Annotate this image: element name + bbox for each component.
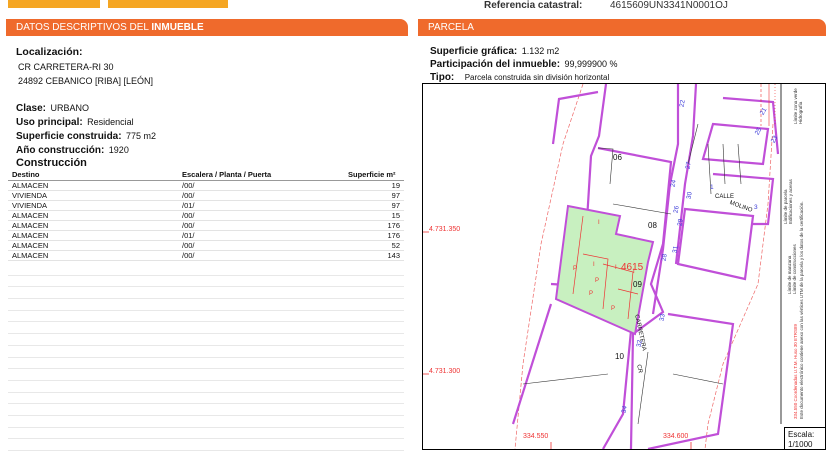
parcel-number: 09 <box>633 280 642 289</box>
table-row: ALMACEN/01/176 <box>8 230 404 241</box>
col-escalera: Escalera / Planta / Puerta <box>178 169 344 181</box>
parcela-header: PARCELA <box>418 19 826 36</box>
datos-header-strong: INMUEBLE <box>151 22 204 33</box>
anio-label: Año construcción: <box>16 145 105 156</box>
legend-item: Límite de construcciones <box>792 244 797 294</box>
parcel-number: 08 <box>648 221 657 230</box>
area-letter: P <box>611 306 616 312</box>
table-row: VIVIENDA/01/97 <box>8 200 404 211</box>
cell-superficie: 143 <box>344 250 404 261</box>
map-legend: Límite de parcela Edificaciones y aceras <box>783 104 793 224</box>
map-crs: 334.550 Coordenadas U.T.M. Huso 30 ETRS8… <box>793 323 798 419</box>
cell-superficie: 176 <box>344 220 404 231</box>
cell-escalera: /00/ <box>178 210 344 221</box>
edge-number: 32 <box>635 339 644 348</box>
col-destino: Destino <box>8 169 178 181</box>
cell-superficie: 176 <box>344 230 404 241</box>
localizacion-label: Localización: <box>16 46 83 58</box>
map-note: Este documento electrónico contiene anex… <box>799 201 804 419</box>
construccion-title: Construcción <box>16 157 87 169</box>
construccion-table: Destino Escalera / Planta / Puerta Super… <box>8 169 404 261</box>
address-line2: 24892 CEBANICO [RIBA] [LEÓN] <box>18 76 154 86</box>
table-empty-rows <box>8 264 404 454</box>
cell-escalera: /01/ <box>178 230 344 241</box>
table-row: ALMACEN/00/52 <box>8 240 404 251</box>
edge-number: 30 <box>685 191 694 200</box>
cell-destino: VIVIENDA <box>8 200 178 211</box>
table-row: ALMACEN/00/19 <box>8 180 404 191</box>
cell-destino: ALMACEN <box>8 220 178 231</box>
cell-destino: ALMACEN <box>8 180 178 191</box>
tipo-value: Parcela construida sin división horizont… <box>464 73 610 82</box>
area-letter: P <box>573 266 578 272</box>
cadastral-map: 4.731.350 4.731.300 334.550 334.600 06 0… <box>422 83 826 450</box>
cell-destino: ALMACEN <box>8 240 178 251</box>
area-letter: P <box>589 291 594 297</box>
anio-row: Año construcción: 1920 <box>16 140 129 158</box>
top-band-left <box>8 0 100 8</box>
sup-value: 775 m2 <box>126 131 157 141</box>
parcel-number: 10 <box>615 352 624 361</box>
edge-number: 33 <box>658 313 667 322</box>
cell-escalera: /00/ <box>178 180 344 191</box>
parcel-number: 06 <box>613 153 622 162</box>
address-line1: CR CARRETERA-RI 30 <box>18 62 114 72</box>
edge-number: 28 <box>660 253 669 262</box>
coord-y1: 4.731.350 <box>429 226 461 233</box>
cell-superficie: 15 <box>344 210 404 221</box>
edge-number: 34 <box>620 405 629 414</box>
cell-destino: ALMACEN <box>8 250 178 261</box>
area-letter: P <box>595 278 600 284</box>
cell-superficie: 19 <box>344 180 404 191</box>
edge-number: 3 <box>754 204 758 211</box>
map-legend-2: Límite zona verde Hidrografía <box>793 64 803 124</box>
top-band-mid <box>108 0 228 8</box>
table-row: VIVIENDA/00/97 <box>8 190 404 201</box>
street-label: CALLE <box>715 194 735 200</box>
col-superficie: Superficie m² <box>344 169 404 181</box>
cell-destino: ALMACEN <box>8 210 178 221</box>
table-row: ALMACEN/00/143 <box>8 250 404 261</box>
edge-number: 31 <box>671 245 680 254</box>
table-header-row: Destino Escalera / Planta / Puerta Super… <box>8 169 404 181</box>
ref-value: 4615609UN3341N0001OJ <box>610 0 728 11</box>
cell-escalera: /00/ <box>178 220 344 231</box>
cell-superficie: 97 <box>344 200 404 211</box>
cell-escalera: /00/ <box>178 240 344 251</box>
scale-value: 1/1000 <box>788 440 813 449</box>
cell-destino: ALMACEN <box>8 230 178 241</box>
area-letter: I <box>633 269 635 275</box>
table-row: ALMACEN/00/176 <box>8 220 404 231</box>
cell-superficie: 97 <box>344 190 404 201</box>
area-letter: I <box>598 220 600 226</box>
edge-number: 22 <box>678 99 687 108</box>
map-legend-3: Límite de manzana Límite de construccion… <box>787 214 797 294</box>
edge-number: 24 <box>669 179 678 188</box>
edge-number: 27 <box>684 161 693 170</box>
edge-number: 1 <box>710 184 714 191</box>
cell-escalera: /00/ <box>178 190 344 201</box>
coord-x2: 334.600 <box>663 433 689 440</box>
coord-x1: 334.550 <box>523 433 549 440</box>
table-row: ALMACEN/00/15 <box>8 210 404 221</box>
cell-escalera: /01/ <box>178 200 344 211</box>
coord-y2: 4.731.300 <box>429 368 461 375</box>
legend-item: Hidrografía <box>798 101 803 124</box>
area-letter: I <box>615 265 617 271</box>
cell-superficie: 52 <box>344 240 404 251</box>
edge-number: 26 <box>672 205 681 214</box>
scale-box: Escala: 1/1000 <box>784 427 826 450</box>
cell-escalera: /00/ <box>178 250 344 261</box>
datos-header: DATOS DESCRIPTIVOS DEL INMUEBLE <box>6 19 408 36</box>
ref-label: Referencia catastral: <box>484 0 583 11</box>
datos-header-prefix: DATOS DESCRIPTIVOS DEL <box>16 22 152 33</box>
scale-label: Escala: <box>788 430 815 439</box>
cell-destino: VIVIENDA <box>8 190 178 201</box>
tipo-label: Tipo: <box>430 72 455 83</box>
anio-value: 1920 <box>108 145 129 155</box>
edge-number: 29 <box>676 218 685 227</box>
area-letter: I <box>593 262 595 268</box>
